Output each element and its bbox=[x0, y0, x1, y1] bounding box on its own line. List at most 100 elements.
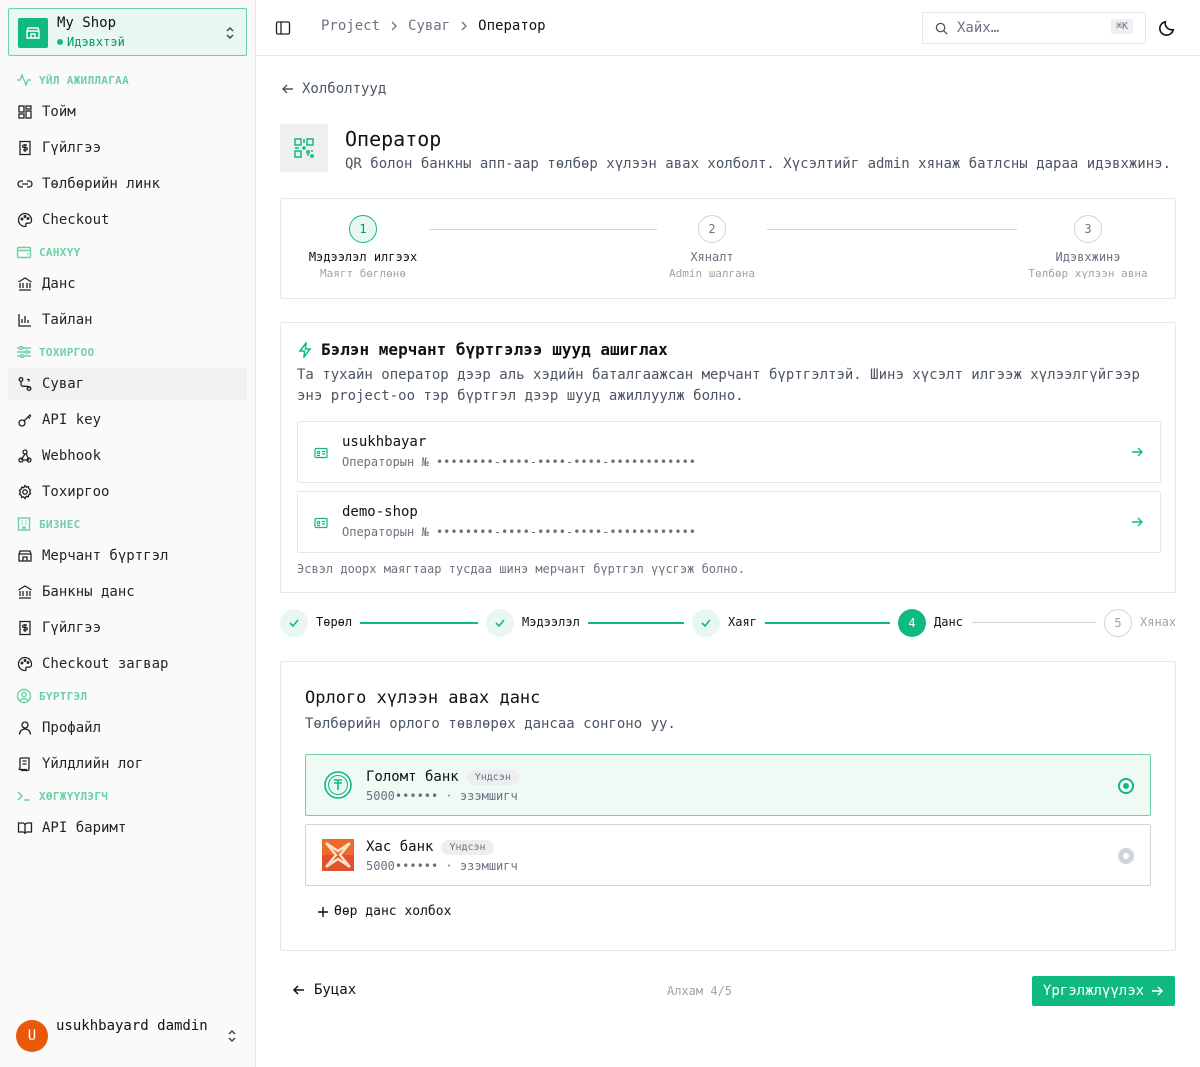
sidebar-item-reports[interactable]: Тайлан bbox=[8, 304, 247, 336]
bar-chart-icon bbox=[18, 314, 31, 327]
shop-status: Идэвхтэй bbox=[57, 35, 125, 49]
sidebar-item-business-transactions[interactable]: Гүйлгээ bbox=[8, 612, 247, 644]
wallet-icon bbox=[16, 246, 32, 259]
existing-merchant-description: Та тухайн оператор дээр аль хэдийн батал… bbox=[297, 367, 1140, 404]
sidebar-item-accounts[interactable]: Данс bbox=[8, 268, 247, 300]
continue-button-label: Үргэлжлүүлэх bbox=[1042, 983, 1145, 999]
back-button-label: Буцах bbox=[314, 982, 357, 998]
arrow-left-icon bbox=[282, 84, 293, 94]
store-icon bbox=[18, 18, 48, 48]
check-icon bbox=[280, 609, 308, 637]
sidebar-item-api-key[interactable]: API key bbox=[8, 404, 247, 436]
merchant-option[interactable]: demo-shop Операторын № ••••••••-••••-•••… bbox=[297, 491, 1161, 553]
merchant-name: demo-shop bbox=[342, 504, 418, 520]
back-to-connections-link[interactable]: Холболтууд bbox=[281, 81, 386, 97]
bank-account-number: 5000•••••• · эзэмшигч bbox=[366, 789, 518, 803]
section-account: БҮРТГЭЛ bbox=[16, 688, 87, 704]
sidebar-item-channels[interactable]: Суваг bbox=[8, 368, 247, 400]
sidebar-item-checkout-template[interactable]: Checkout загвар bbox=[8, 648, 247, 680]
process-steps: 1 Мэдээлэл илгээх Маягт бөглөнө 2 Хяналт… bbox=[280, 198, 1176, 299]
shop-switcher[interactable]: My Shop Идэвхтэй bbox=[8, 8, 247, 56]
sidebar-item-settings[interactable]: Тохиргоо bbox=[8, 476, 247, 508]
shop-status-label: Идэвхтэй bbox=[67, 35, 125, 49]
sidebar-item-api-docs[interactable]: API баримт bbox=[8, 812, 247, 844]
sidebar-item-webhook[interactable]: Webhook bbox=[8, 440, 247, 472]
moon-icon[interactable] bbox=[1158, 19, 1176, 37]
process-step-label: Идэвхжинэ bbox=[1055, 250, 1121, 264]
merchant-id-label: Операторын № bbox=[342, 455, 429, 469]
merchant-option[interactable]: usukhbayar Операторын № ••••••••-••••-••… bbox=[297, 421, 1161, 483]
process-step-number: 1 bbox=[349, 215, 377, 243]
section-operations: ҮЙЛ АЖИЛЛАГАА bbox=[16, 72, 129, 88]
user-menu[interactable]: U usukhbayard damdin bbox=[16, 1018, 248, 1052]
wizard-connector bbox=[360, 622, 478, 624]
link-icon bbox=[17, 180, 33, 188]
breadcrumb-current: Оператор bbox=[478, 18, 546, 34]
process-step-label: Хяналт bbox=[690, 250, 734, 264]
merchant-id: Операторын № ••••••••-••••-••••-••••-•••… bbox=[342, 455, 696, 469]
sidebar-item-label: Тохиргоо bbox=[42, 484, 110, 500]
check-icon bbox=[692, 609, 720, 637]
step-connector bbox=[429, 229, 657, 230]
step-connector bbox=[767, 229, 1017, 230]
sidebar-item-label: Төлбөрийн линк bbox=[42, 176, 161, 192]
sidebar: My Shop Идэвхтэй ҮЙЛ АЖИЛЛАГАА Тойм Гүйл… bbox=[0, 0, 256, 1067]
primary-badge: Үндсэн bbox=[441, 839, 494, 855]
sidebar-item-label: Банкны данс bbox=[42, 584, 135, 600]
sidebar-item-label: API key bbox=[42, 412, 102, 428]
receipt-icon bbox=[19, 140, 31, 156]
sidebar-item-label: Тойм bbox=[42, 104, 76, 120]
bank-icon bbox=[18, 585, 32, 599]
arrow-right-icon bbox=[1132, 447, 1143, 457]
back-button[interactable]: Буцах bbox=[292, 982, 356, 998]
sidebar-item-payment-link[interactable]: Төлбөрийн линк bbox=[8, 168, 247, 200]
user-circle-icon bbox=[16, 688, 32, 704]
breadcrumb-project[interactable]: Project bbox=[321, 18, 380, 34]
existing-merchant-title: Бэлэн мерчант бүртгэлээ шууд ашиглах bbox=[297, 340, 668, 359]
arrow-left-icon bbox=[292, 985, 304, 995]
chevron-right-icon bbox=[388, 20, 400, 32]
wizard-step-label: Данс bbox=[934, 615, 963, 629]
breadcrumb-channels[interactable]: Суваг bbox=[408, 18, 450, 34]
user-icon bbox=[18, 721, 32, 735]
xac-bank-logo bbox=[322, 839, 354, 871]
radio-selected[interactable] bbox=[1118, 778, 1134, 794]
breadcrumb: Project Суваг Оператор bbox=[321, 18, 546, 34]
add-account-button[interactable]: Өөр данс холбох bbox=[317, 904, 451, 919]
palette-icon bbox=[17, 656, 33, 672]
sidebar-item-activity-log[interactable]: Үйлдлийн лог bbox=[8, 748, 247, 780]
sidebar-toggle-icon[interactable] bbox=[275, 20, 291, 36]
receipt-icon bbox=[19, 620, 31, 636]
radio-unselected[interactable] bbox=[1118, 848, 1134, 864]
process-step-label: Мэдээлэл илгээх bbox=[308, 250, 418, 264]
continue-button[interactable]: Үргэлжлүүлэх bbox=[1032, 976, 1175, 1006]
section-label: ҮЙЛ АЖИЛЛАГАА bbox=[39, 73, 129, 87]
process-step-number: 2 bbox=[698, 215, 726, 243]
sidebar-item-label: Данс bbox=[42, 276, 76, 292]
existing-merchant-card: Бэлэн мерчант бүртгэлээ шууд ашиглах Та … bbox=[280, 322, 1176, 593]
golomt-bank-logo bbox=[322, 769, 354, 801]
section-label: ТОХИРГОО bbox=[39, 345, 95, 359]
sidebar-item-bank-account[interactable]: Банкны данс bbox=[8, 576, 247, 608]
sidebar-item-overview[interactable]: Тойм bbox=[8, 96, 247, 128]
sidebar-item-label: Гүйлгээ bbox=[42, 620, 102, 636]
sidebar-item-profile[interactable]: Профайл bbox=[8, 712, 247, 744]
bank-account-option-xac[interactable]: Хас банк Үндсэн 5000•••••• · эзэмшигч bbox=[305, 824, 1151, 886]
search-input[interactable]: Хайх… ⌘K bbox=[922, 12, 1146, 44]
sidebar-item-label: Checkout загвар bbox=[42, 656, 169, 672]
bank-account-number: 5000•••••• · эзэмшигч bbox=[366, 859, 518, 873]
bank-account-option-golomt[interactable]: Голомт банк Үндсэн 5000•••••• · эзэмшигч bbox=[305, 754, 1151, 816]
merchant-id: Операторын № ••••••••-••••-••••-••••-•••… bbox=[342, 525, 696, 539]
payout-account-description: Төлбөрийн орлого төвлөрөх дансаа сонгоно… bbox=[305, 716, 676, 732]
merchant-id-label: Операторын № bbox=[342, 525, 429, 539]
bank-name-text: Хас банк bbox=[366, 839, 434, 855]
book-icon bbox=[17, 822, 33, 835]
sidebar-item-transactions[interactable]: Гүйлгээ bbox=[8, 132, 247, 164]
section-business: БИЗНЕС bbox=[16, 516, 81, 532]
sidebar-item-label: Үйлдлийн лог bbox=[42, 756, 144, 772]
search-placeholder: Хайх… bbox=[957, 20, 1000, 36]
bank-icon bbox=[18, 277, 32, 291]
route-icon bbox=[18, 377, 32, 391]
sidebar-item-checkout[interactable]: Checkout bbox=[8, 204, 247, 236]
sidebar-item-merchant-registration[interactable]: Мерчант бүртгэл bbox=[8, 540, 247, 572]
